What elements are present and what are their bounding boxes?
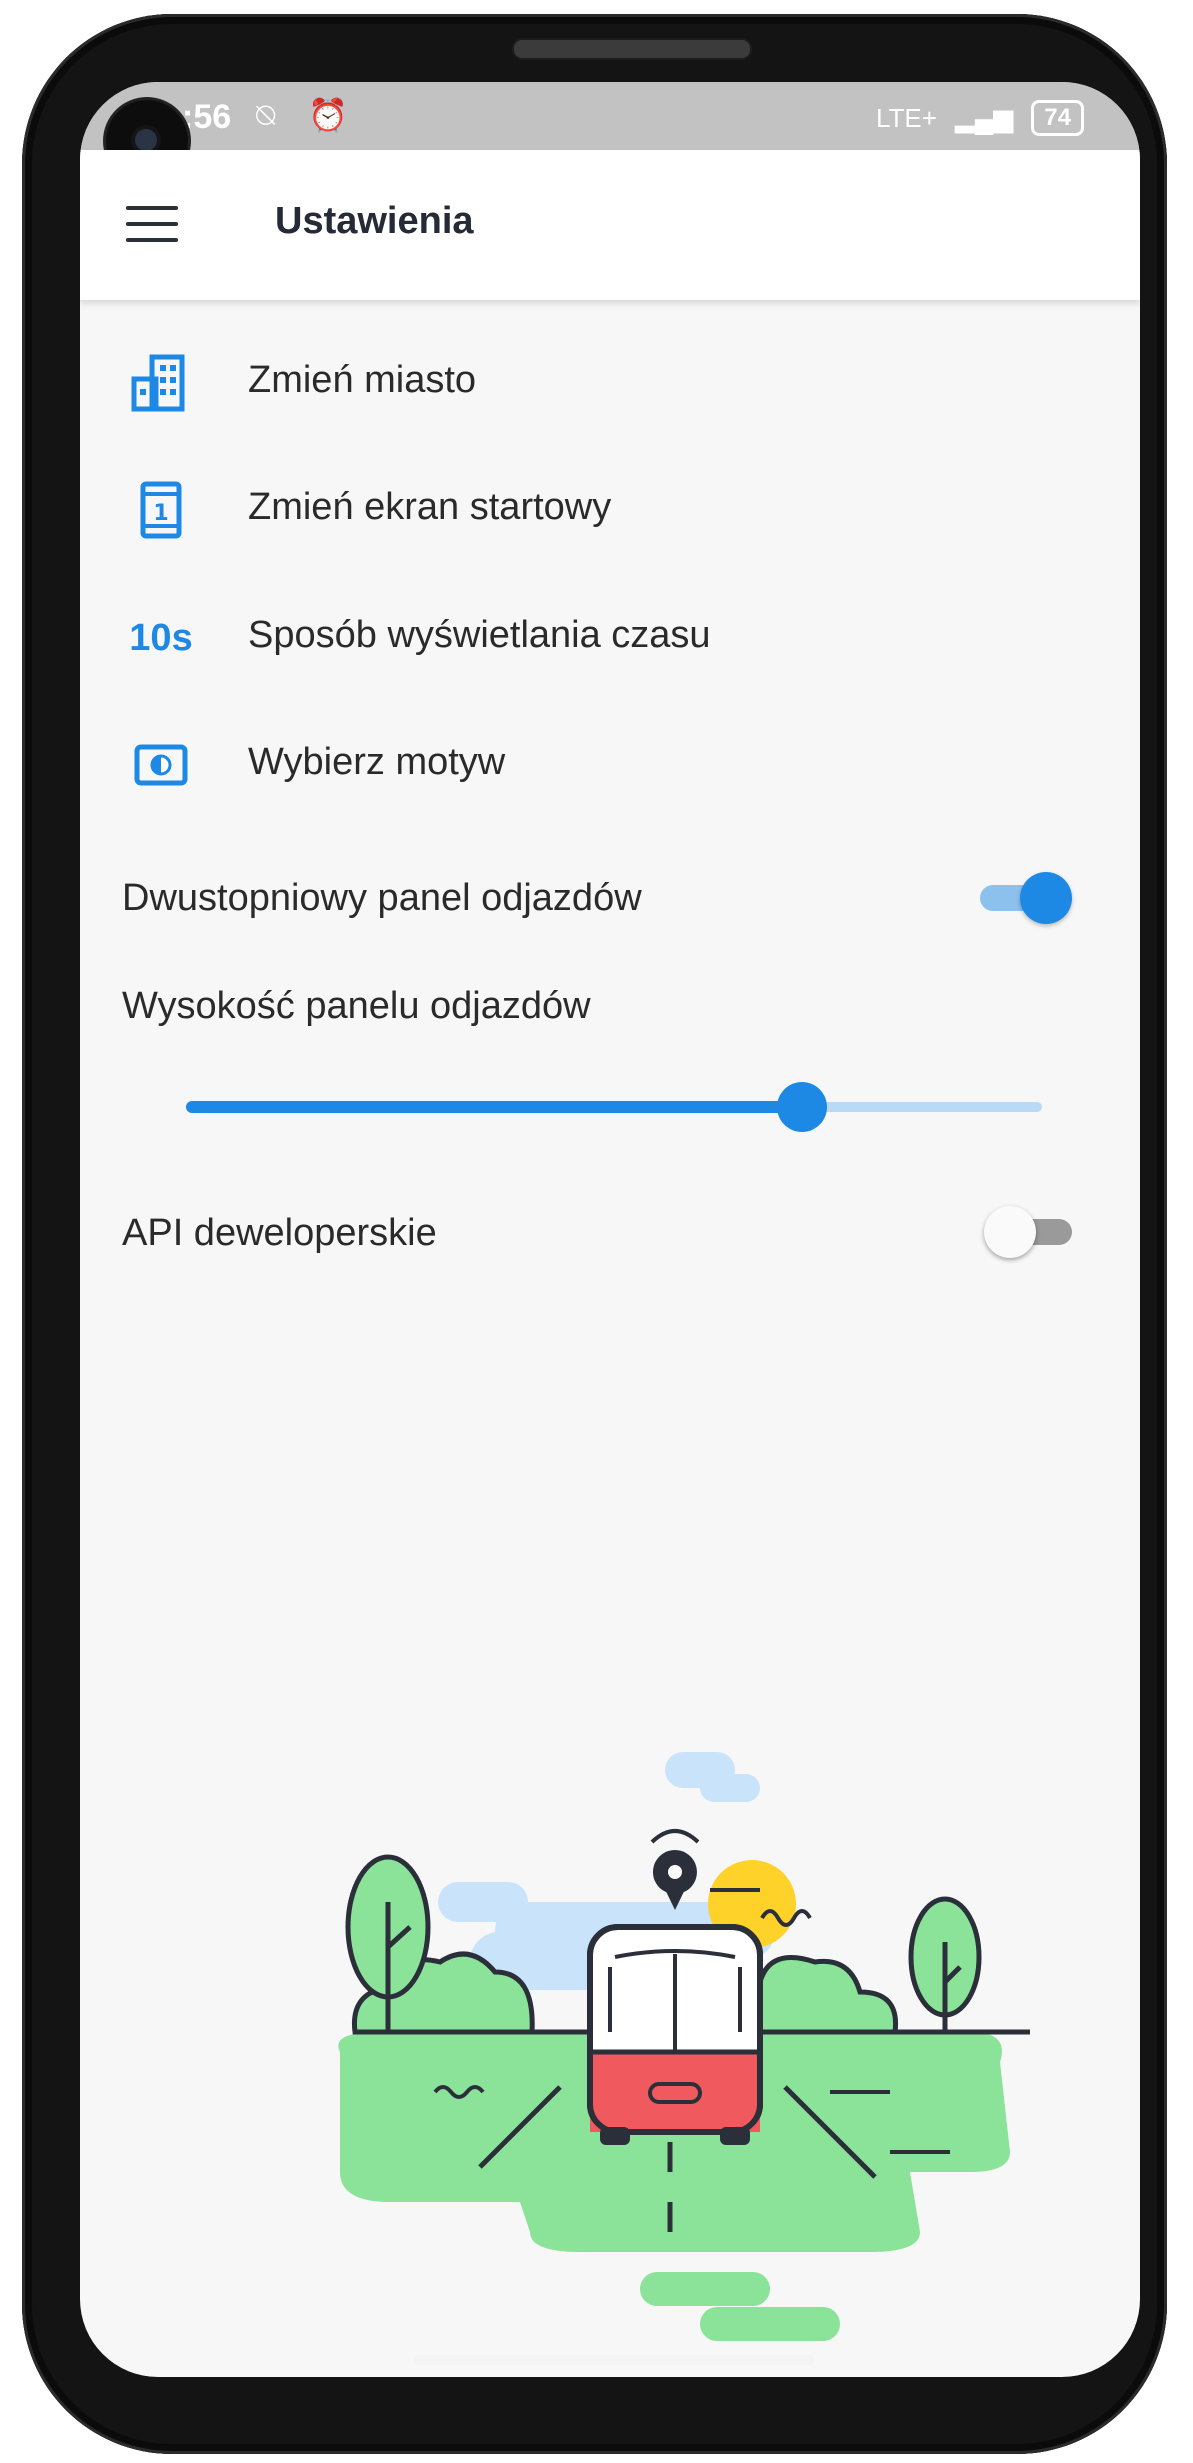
- setting-label: Zmień ekran startowy: [248, 486, 612, 528]
- theme-icon: [126, 735, 196, 795]
- slider-knob[interactable]: [777, 1082, 828, 1132]
- screen: :56 ⍉ ⏰ LTE+ ▂▄▆ 74 Ustawienia Zmień mia…: [80, 82, 1140, 2377]
- setting-choose-theme[interactable]: Wybierz motyw: [80, 709, 1140, 819]
- hamburger-menu-icon[interactable]: [126, 206, 178, 244]
- time-format-icon: 10s: [126, 608, 196, 668]
- setting-change-start-screen[interactable]: 1 Zmień ekran startowy: [80, 454, 1140, 564]
- battery-icon: 74: [1031, 100, 1084, 136]
- notification-icons: ⍉ ⏰: [256, 97, 360, 133]
- svg-text:1: 1: [153, 501, 168, 526]
- toggle-thumb: [1020, 872, 1072, 924]
- developer-api-label: API deweloperskie: [122, 1212, 437, 1254]
- earpiece-speaker: [512, 38, 752, 60]
- setting-change-city[interactable]: Zmień miasto: [80, 327, 1140, 437]
- start-screen-icon: 1: [126, 480, 196, 540]
- setting-label: Sposób wyświetlania czasu: [248, 614, 711, 656]
- developer-api-toggle[interactable]: [984, 1206, 1078, 1258]
- setting-label: Wybierz motyw: [248, 741, 506, 783]
- page-title: Ustawienia: [275, 200, 474, 242]
- status-time: :56: [182, 98, 232, 136]
- bus-illustration: [338, 1752, 1030, 2341]
- panel-height-label: Wysokość panelu odjazdów: [122, 985, 591, 1027]
- status-bar: :56 ⍉ ⏰ LTE+ ▂▄▆ 74: [80, 82, 1140, 150]
- city-icon: [126, 353, 196, 413]
- panel-height-slider[interactable]: [186, 1082, 1042, 1132]
- toggle-thumb: [984, 1206, 1036, 1258]
- two-stage-panel-toggle[interactable]: [980, 872, 1072, 924]
- app-bar: Ustawienia: [80, 150, 1140, 300]
- status-right: LTE+ ▂▄▆ 74: [876, 100, 1084, 136]
- slider-fill: [186, 1101, 803, 1113]
- setting-time-format[interactable]: 10s Sposób wyświetlania czasu: [80, 582, 1140, 692]
- home-indicator[interactable]: [413, 2355, 815, 2365]
- time-format-badge: 10s: [129, 616, 193, 659]
- signal-icon: ▂▄▆: [954, 102, 1014, 133]
- setting-label: Zmień miasto: [248, 359, 477, 401]
- two-stage-panel-label: Dwustopniowy panel odjazdów: [122, 877, 642, 919]
- network-indicator: LTE+: [875, 102, 937, 133]
